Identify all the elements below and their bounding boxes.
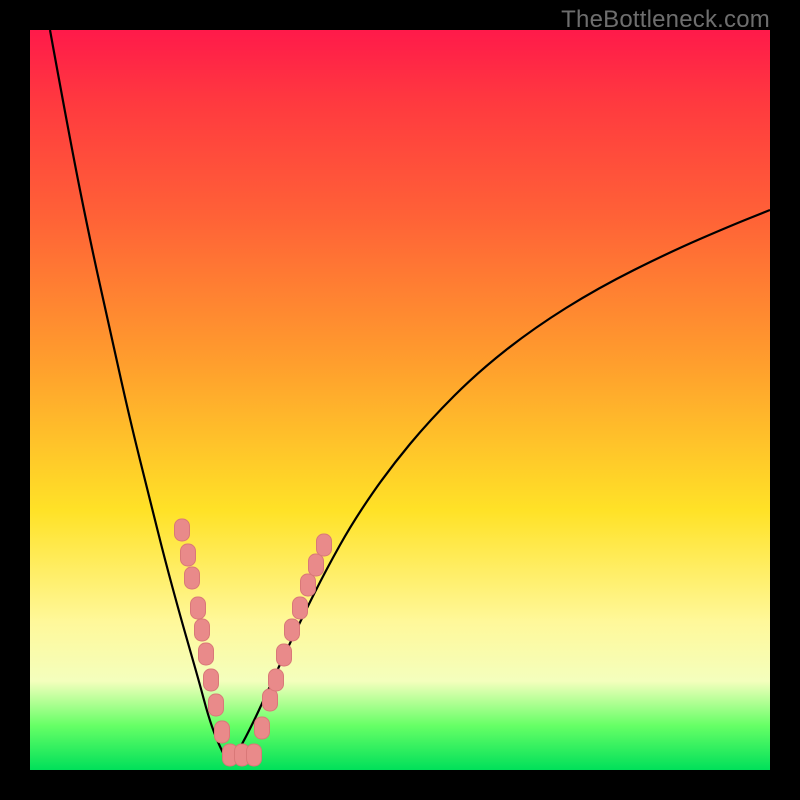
marker-point [247,744,262,766]
chart-svg [30,30,770,770]
marker-point [195,619,210,641]
marker-point [204,669,219,691]
curve-right-branch [230,210,770,765]
marker-point [255,717,270,739]
marker-point [199,643,214,665]
marker-cluster [175,519,332,766]
plot-area [30,30,770,770]
marker-point [215,721,230,743]
marker-point [175,519,190,541]
marker-point [269,669,284,691]
marker-point [185,567,200,589]
marker-point [301,574,316,596]
marker-point [293,597,308,619]
marker-point [209,694,224,716]
marker-point [277,644,292,666]
chart-frame: TheBottleneck.com [0,0,800,800]
marker-point [309,554,324,576]
marker-point [263,689,278,711]
bottleneck-curve [50,30,770,765]
marker-point [285,619,300,641]
marker-point [181,544,196,566]
marker-point [191,597,206,619]
marker-point [317,534,332,556]
